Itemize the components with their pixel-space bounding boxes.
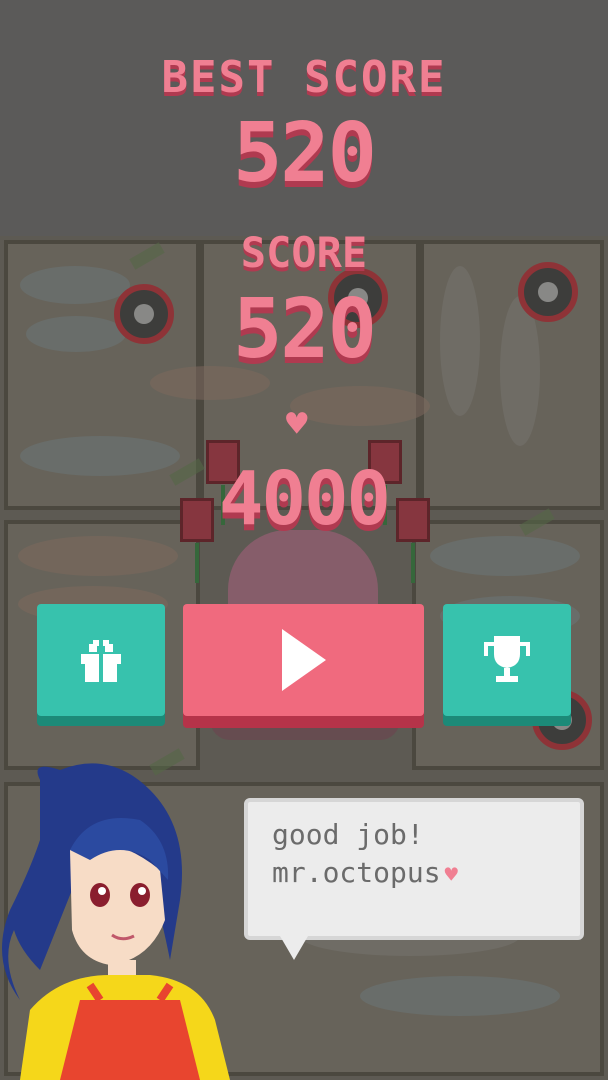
play-button[interactable] bbox=[183, 604, 424, 716]
heart-icon: ♥ bbox=[444, 863, 458, 888]
play-icon bbox=[281, 629, 326, 691]
shopkeeper-character bbox=[2, 763, 230, 1080]
speech-line-2: mr.octopus ♥ bbox=[272, 856, 458, 889]
speech-line-2-text: mr.octopus bbox=[272, 856, 441, 889]
best-score-value: 520 bbox=[232, 106, 377, 201]
trophy-icon bbox=[484, 636, 530, 682]
gift-button[interactable] bbox=[37, 604, 165, 716]
score-value: 520 bbox=[232, 282, 377, 377]
leaderboard-button[interactable] bbox=[443, 604, 571, 716]
heart-icon: ♥ bbox=[286, 404, 308, 445]
score-label: SCORE bbox=[240, 228, 368, 277]
speech-bubble-tail bbox=[280, 936, 308, 960]
game-over-screen: BEST SCORE 520 SCORE 520 ♥ 4000 good job… bbox=[0, 0, 608, 1080]
speech-bubble: good job! mr.octopus ♥ bbox=[244, 798, 584, 940]
best-score-label: BEST SCORE bbox=[161, 52, 447, 103]
speech-line-1: good job! bbox=[272, 818, 424, 851]
hearts-value: 4000 bbox=[218, 456, 391, 542]
gift-icon bbox=[81, 640, 121, 682]
